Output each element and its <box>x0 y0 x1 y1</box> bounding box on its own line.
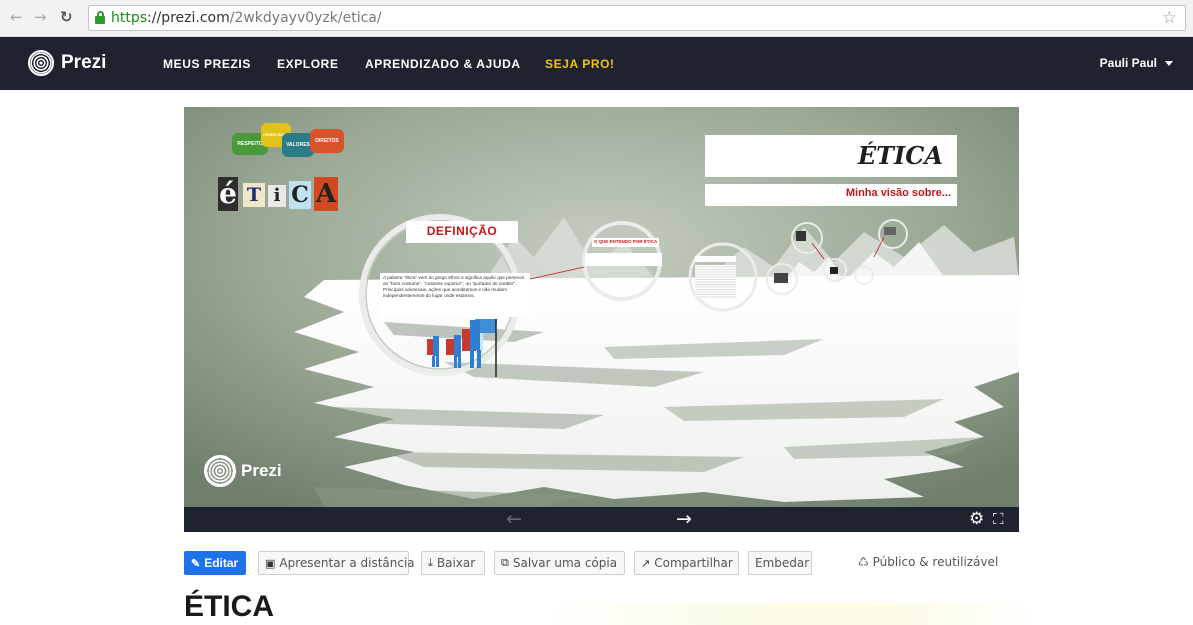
share-icon: ↗ <box>641 556 651 570</box>
bubble-direitos: DIREITOS <box>310 129 344 153</box>
column-text-block <box>695 265 736 298</box>
share-label: Compartilhar <box>654 556 733 570</box>
present-remote-button[interactable]: ▣ Apresentar a distância <box>258 551 415 575</box>
arrow-left-icon[interactable]: ← <box>506 508 522 530</box>
page-title: ÉTICA <box>184 590 274 623</box>
prezi-watermark-icon <box>204 455 236 487</box>
collage-letter-c: C <box>289 181 311 209</box>
prezi-logo[interactable]: Prezi <box>28 49 106 77</box>
slide-title: ÉTICA <box>857 141 943 170</box>
collage-letter-a: A <box>314 177 338 211</box>
settings-gear-icon[interactable]: ⚙ <box>969 509 984 529</box>
monitor-icon: ▣ <box>265 556 276 570</box>
bookmark-star-icon[interactable]: ☆ <box>1162 8 1177 28</box>
slide-subtitle: Minha visão sobre... <box>845 187 951 199</box>
small-heading: O QUE ENTENDO POR ÉTICA <box>593 239 658 244</box>
address-bar[interactable]: https://prezi.com/2wkdyayv0yzk/etica/ ☆ <box>88 5 1186 31</box>
embed-label: Embedar <box>755 556 810 570</box>
save-copy-button[interactable]: ⧉ Salvar uma cópia <box>494 551 625 575</box>
prezi-watermark: Prezi <box>199 455 282 487</box>
prezi-canvas[interactable]: RESPEITO HONESTIDADE VALORES DIREITOS é … <box>184 107 1019 507</box>
arrow-right-icon[interactable]: → <box>676 508 692 530</box>
collage-letter-e: é <box>218 177 238 211</box>
nav-explore[interactable]: EXPLORE <box>277 57 339 71</box>
forward-arrow-icon[interactable]: → <box>34 8 47 26</box>
collage-letter-t: T <box>243 183 265 207</box>
download-label: Baixar <box>436 556 476 570</box>
collage-letter-i: i <box>268 185 286 207</box>
definition-text: A palavra "ética" vem do grego ēthos e s… <box>380 273 530 317</box>
column-heading-box <box>695 256 736 262</box>
recycle-icon: ♺ <box>858 555 869 569</box>
lock-icon <box>95 11 105 24</box>
share-button[interactable]: ↗ Compartilhar <box>634 551 739 575</box>
watermark-text: Prezi <box>241 461 282 480</box>
url-text[interactable]: https://prezi.com/2wkdyayv0yzk/etica/ <box>111 10 382 26</box>
top-navigation: Prezi MEUS PREZIS EXPLORE APRENDIZADO & … <box>0 37 1193 90</box>
decorative-glow <box>540 603 1040 625</box>
nav-seja-pro[interactable]: SEJA PRO! <box>545 57 615 71</box>
browser-toolbar: ← → ↻ https://prezi.com/2wkdyayv0yzk/eti… <box>0 0 1193 37</box>
small-text-block <box>585 253 662 266</box>
fullscreen-icon[interactable]: ⛶ <box>993 510 1005 528</box>
edit-label: Editar <box>204 556 239 570</box>
download-button[interactable]: ⤓ Baixar <box>421 551 485 575</box>
copy-icon: ⧉ <box>501 556 509 569</box>
prezi-logo-icon <box>28 50 54 76</box>
reload-icon[interactable]: ↻ <box>60 8 73 26</box>
public-label: Público & reutilizável <box>872 555 999 569</box>
user-name: Pauli Paul <box>1099 56 1157 70</box>
edit-button[interactable]: ✎ Editar <box>184 551 246 575</box>
pencil-icon: ✎ <box>191 557 201 570</box>
slide-subtitle-box: Minha visão sobre... <box>705 184 957 206</box>
present-remote-label: Apresentar a distância <box>279 556 415 570</box>
nav-meus-prezis[interactable]: MEUS PREZIS <box>163 57 251 71</box>
public-reusable-status[interactable]: ♺ Público & reutilizável <box>858 555 998 569</box>
download-icon: ⤓ <box>428 556 433 569</box>
definition-heading-box: DEFINIÇÃO <box>406 221 518 243</box>
nav-aprendizado-ajuda[interactable]: APRENDIZADO & AJUDA <box>365 57 521 71</box>
user-menu[interactable]: Pauli Paul <box>1100 56 1173 70</box>
caret-down-icon <box>1165 61 1173 67</box>
embed-button[interactable]: Embedar <box>748 551 812 575</box>
small-heading-box: O QUE ENTENDO POR ÉTICA <box>592 238 659 247</box>
slide-title-box: ÉTICA <box>705 135 957 177</box>
logo-text: Prezi <box>61 52 107 73</box>
definition-heading: DEFINIÇÃO <box>426 224 498 238</box>
save-copy-label: Salvar uma cópia <box>512 556 618 570</box>
back-arrow-icon[interactable]: ← <box>10 8 23 26</box>
presentation-controls: ← → ⚙ ⛶ <box>184 507 1019 532</box>
